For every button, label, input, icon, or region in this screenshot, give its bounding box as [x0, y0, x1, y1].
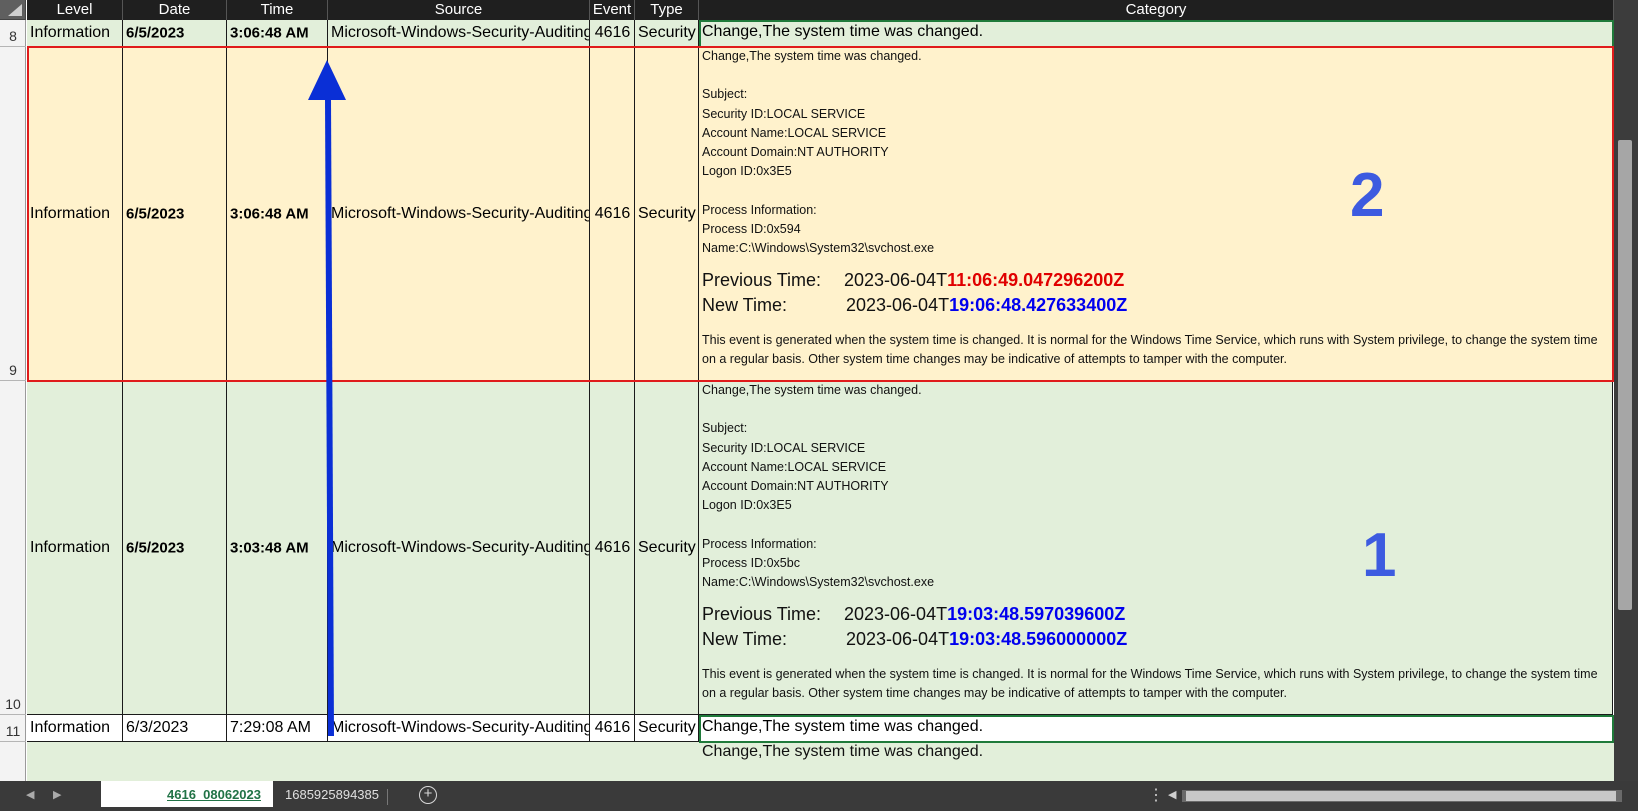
annotation-arrow	[308, 60, 346, 737]
chevron-left-icon[interactable]: ◀	[26, 788, 34, 801]
arrow-shaft	[325, 97, 334, 737]
kebab-icon[interactable]: ⋮	[1148, 785, 1164, 805]
chevron-right-icon[interactable]: ▶	[53, 788, 61, 801]
sheet-tab-second[interactable]: 1685925894385	[275, 781, 389, 807]
tab-separator	[387, 789, 388, 805]
sheet-tab-bar: ◀ ▶ 4616_08062023 1685925894385 + ⋮ ◀	[0, 781, 1638, 811]
horizontal-scroll-thumb[interactable]	[1186, 791, 1616, 801]
arrow-head-icon	[308, 60, 346, 100]
scroll-left-icon[interactable]: ◀	[1168, 788, 1176, 801]
vertical-scroll-thumb[interactable]	[1618, 140, 1632, 610]
plus-circle-icon[interactable]: +	[419, 786, 437, 804]
sheet-tab-active[interactable]: 4616_08062023	[101, 781, 273, 807]
